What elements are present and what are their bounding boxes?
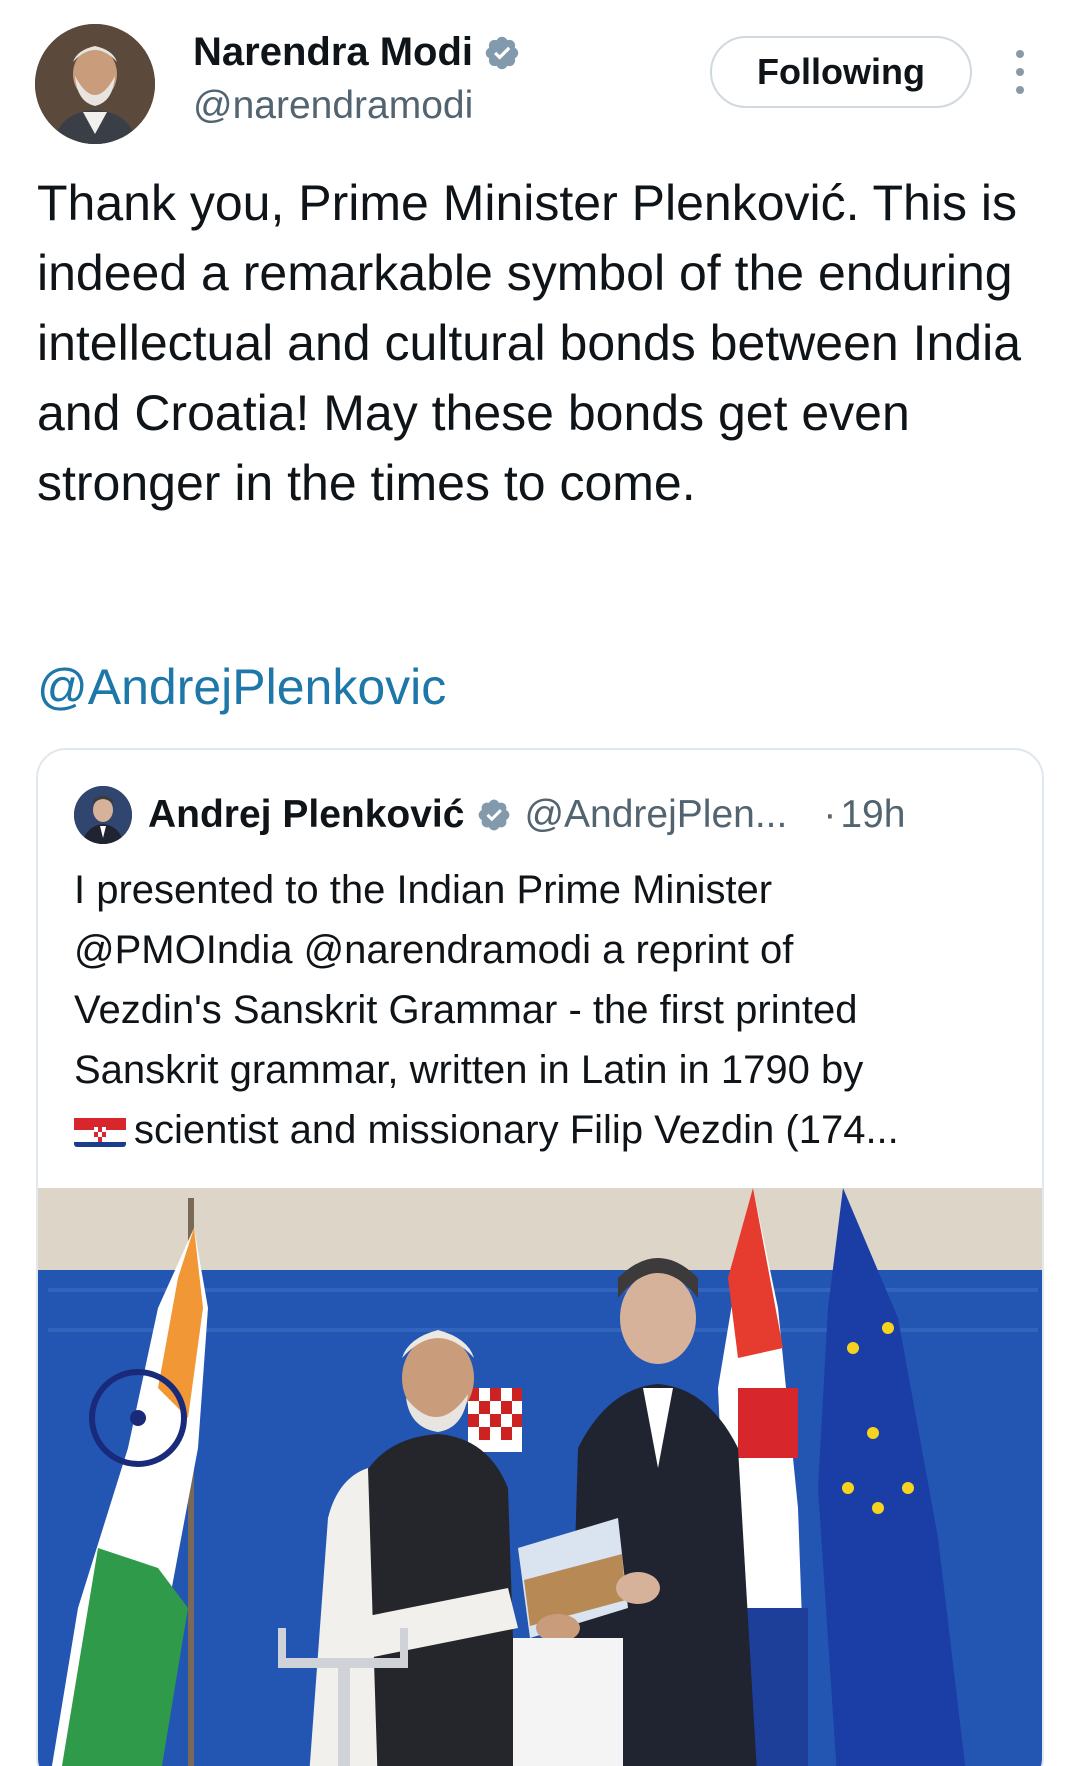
- quote-text-line: I presented to the Indian Prime Minister: [74, 868, 773, 912]
- more-dot: [1016, 50, 1024, 58]
- quote-text-line: Vezdin's Sanskrit Grammar - the first pr…: [74, 988, 858, 1032]
- author-name[interactable]: Narendra Modi: [193, 30, 521, 75]
- mention-link[interactable]: @AndrejPlenkovic: [37, 658, 446, 716]
- quote-timestamp[interactable]: 19h: [840, 793, 905, 837]
- quote-text-line-last: scientist and missionary Filip Vezdin (1…: [74, 1100, 1024, 1160]
- quote-author-avatar[interactable]: [74, 786, 132, 844]
- quote-text-line: @PMOIndia @narendramodi a reprint of: [74, 928, 794, 972]
- quote-author-handle[interactable]: @AndrejPlen...: [524, 793, 787, 837]
- verified-badge-icon: [479, 799, 510, 831]
- quote-photo[interactable]: [38, 1188, 1042, 1766]
- author-handle[interactable]: @narendramodi: [193, 84, 473, 128]
- croatia-flag-emoji: [74, 1111, 126, 1147]
- verified-badge-icon: [485, 36, 519, 69]
- tweet-view: Narendra Modi @narendramodi Following Th…: [0, 0, 1080, 1766]
- more-options-icon[interactable]: [1006, 50, 1034, 94]
- tweet-text: Thank you, Prime Minister Plenković. Thi…: [37, 175, 1022, 511]
- author-name-text[interactable]: Narendra Modi: [193, 30, 473, 75]
- following-button[interactable]: Following: [710, 36, 972, 108]
- quote-author-name[interactable]: Andrej Plenković: [148, 793, 464, 837]
- quote-text-last: scientist and missionary Filip Vezdin (1…: [134, 1108, 899, 1152]
- quote-text: I presented to the Indian Prime Minister…: [74, 860, 1024, 1160]
- author-avatar[interactable]: [35, 24, 155, 144]
- quoted-tweet-card[interactable]: Andrej Plenković @AndrejPlen... · 19h I …: [36, 748, 1044, 1766]
- quote-header: Andrej Plenković @AndrejPlen... · 19h: [148, 786, 1012, 844]
- more-dot: [1016, 68, 1024, 76]
- quote-separator: ·: [823, 793, 837, 836]
- quote-text-line: Sanskrit grammar, written in Latin in 17…: [74, 1048, 864, 1092]
- more-dot: [1016, 86, 1024, 94]
